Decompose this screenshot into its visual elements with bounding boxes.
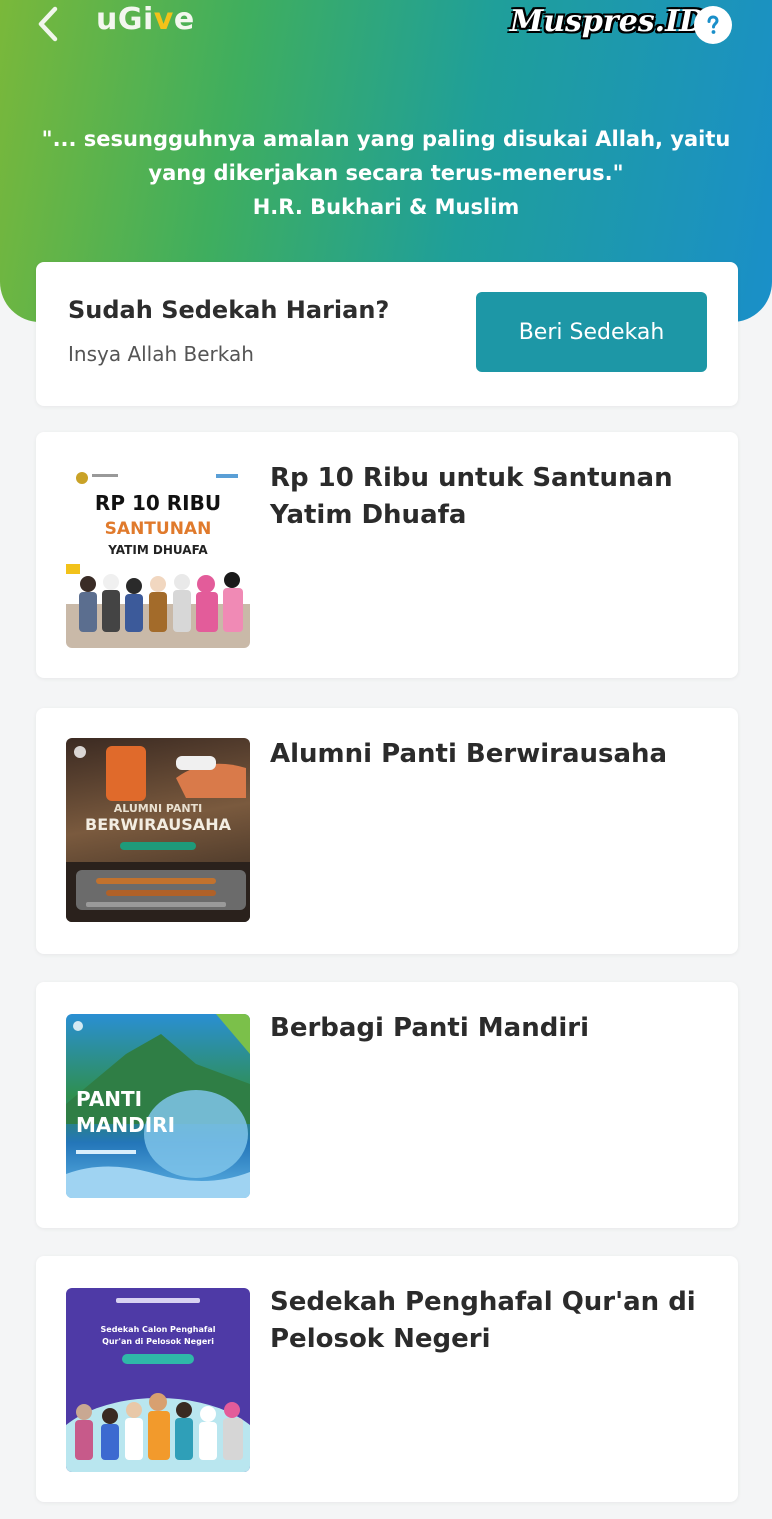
thumb-text-1: ALUMNI PANTI	[114, 802, 203, 815]
help-button[interactable]	[694, 6, 732, 44]
give-sedekah-button[interactable]: Beri Sedekah	[476, 292, 707, 372]
chevron-left-icon	[38, 6, 58, 42]
daily-title: Sudah Sedekah Harian?	[68, 296, 390, 324]
daily-subtitle: Insya Allah Berkah	[68, 342, 254, 366]
panti-mandiri-poster-image: PANTI MANDIRI	[66, 1014, 250, 1198]
thumb-text-1: RP 10 RIBU	[95, 491, 221, 515]
penghafal-quran-poster-image: Sedekah Calon Penghafal Qur'an di Peloso…	[66, 1298, 250, 1472]
thumb-text-1: Sedekah Calon Penghafal	[101, 1325, 216, 1334]
program-card[interactable]: ALUMNI PANTI BERWIRAUSAHA Alumni Panti B…	[36, 708, 738, 954]
program-card[interactable]: PANTI MANDIRI Berbagi Panti Mandiri	[36, 982, 738, 1228]
program-card[interactable]: Sedekah Calon Penghafal Qur'an di Peloso…	[36, 1256, 738, 1502]
thumb-text-2: SANTUNAN	[105, 519, 212, 539]
program-thumbnail: PANTI MANDIRI	[66, 1014, 250, 1198]
santunan-poster-image: RP 10 RIBU SANTUNAN YATIM DHUAFA	[66, 472, 250, 648]
program-card[interactable]: RP 10 RIBU SANTUNAN YATIM DHUAFA Rp 10 R…	[36, 432, 738, 678]
thumb-text-1: PANTI	[76, 1087, 142, 1111]
program-title: Rp 10 Ribu untuk Santunan Yatim Dhuafa	[270, 463, 673, 530]
program-thumbnail: Sedekah Calon Penghafal Qur'an di Peloso…	[66, 1288, 250, 1472]
question-mark-icon	[707, 15, 719, 34]
program-title: Sedekah Penghafal Qur'an di Pelosok Nege…	[270, 1287, 696, 1354]
program-title: Berbagi Panti Mandiri	[270, 1013, 589, 1043]
app-logo: uGive	[96, 2, 195, 37]
thumb-text-3: YATIM DHUAFA	[107, 543, 208, 557]
thumb-text-2: BERWIRAUSAHA	[85, 815, 232, 834]
watermark-text: Muspres.ID	[510, 4, 706, 39]
wirausaha-poster-image: ALUMNI PANTI BERWIRAUSAHA	[66, 746, 250, 922]
thumb-text-2: Qur'an di Pelosok Negeri	[102, 1337, 214, 1346]
back-button[interactable]	[28, 4, 68, 44]
program-thumbnail: ALUMNI PANTI BERWIRAUSAHA	[66, 738, 250, 922]
thumb-text-2: MANDIRI	[76, 1113, 175, 1137]
program-thumbnail: RP 10 RIBU SANTUNAN YATIM DHUAFA	[66, 464, 250, 648]
program-title: Alumni Panti Berwirausaha	[270, 739, 668, 769]
hadith-quote: "... sesungguhnya amalan yang paling dis…	[41, 127, 731, 219]
daily-sedekah-card: Sudah Sedekah Harian? Insya Allah Berkah…	[36, 262, 738, 406]
